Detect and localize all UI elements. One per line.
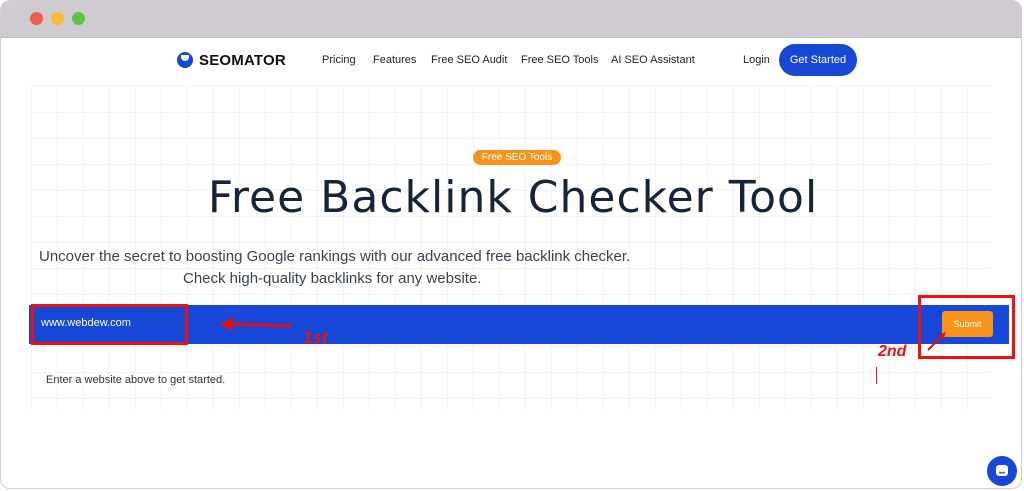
close-window-button[interactable] [30, 12, 43, 25]
page-content: SEOMATOR Pricing Features Free SEO Audit… [1, 38, 1021, 488]
window-titlebar [1, 1, 1021, 38]
annotation-box-1st [31, 304, 188, 345]
nav-link-ai-seo-assistant[interactable]: AI SEO Assistant [611, 54, 695, 66]
nav-link-pricing[interactable]: Pricing [322, 54, 356, 66]
chat-button[interactable] [987, 456, 1017, 486]
get-started-button[interactable]: Get Started [779, 44, 857, 76]
nav-link-free-seo-tools[interactable]: Free SEO Tools [521, 54, 598, 66]
text-cursor-marker [876, 367, 877, 384]
subtitle-line-2: Check high-quality backlinks for any web… [183, 270, 482, 287]
annotation-box-2nd [918, 295, 1015, 359]
hint-text: Enter a website above to get started. [46, 374, 226, 386]
page-title: Free Backlink Checker Tool [207, 172, 819, 223]
category-badge: Free SEO Tools [473, 150, 561, 165]
maximize-window-button[interactable] [72, 12, 85, 25]
brand-logo[interactable]: SEOMATOR [177, 50, 286, 70]
login-link[interactable]: Login [743, 54, 770, 66]
brand-name: SEOMATOR [199, 51, 286, 69]
annotation-label-2nd: 2nd [878, 343, 907, 360]
chat-icon [996, 465, 1008, 476]
subtitle-line-1: Uncover the secret to boosting Google ra… [39, 248, 631, 265]
nav-link-features[interactable]: Features [373, 54, 416, 66]
seomator-logo-icon [177, 52, 193, 68]
annotation-label-1st: 1st [303, 328, 328, 347]
nav-link-free-seo-audit[interactable]: Free SEO Audit [431, 54, 507, 66]
browser-window: SEOMATOR Pricing Features Free SEO Audit… [0, 0, 1022, 489]
minimize-window-button[interactable] [51, 12, 64, 25]
top-navigation: SEOMATOR Pricing Features Free SEO Audit… [1, 38, 1021, 82]
